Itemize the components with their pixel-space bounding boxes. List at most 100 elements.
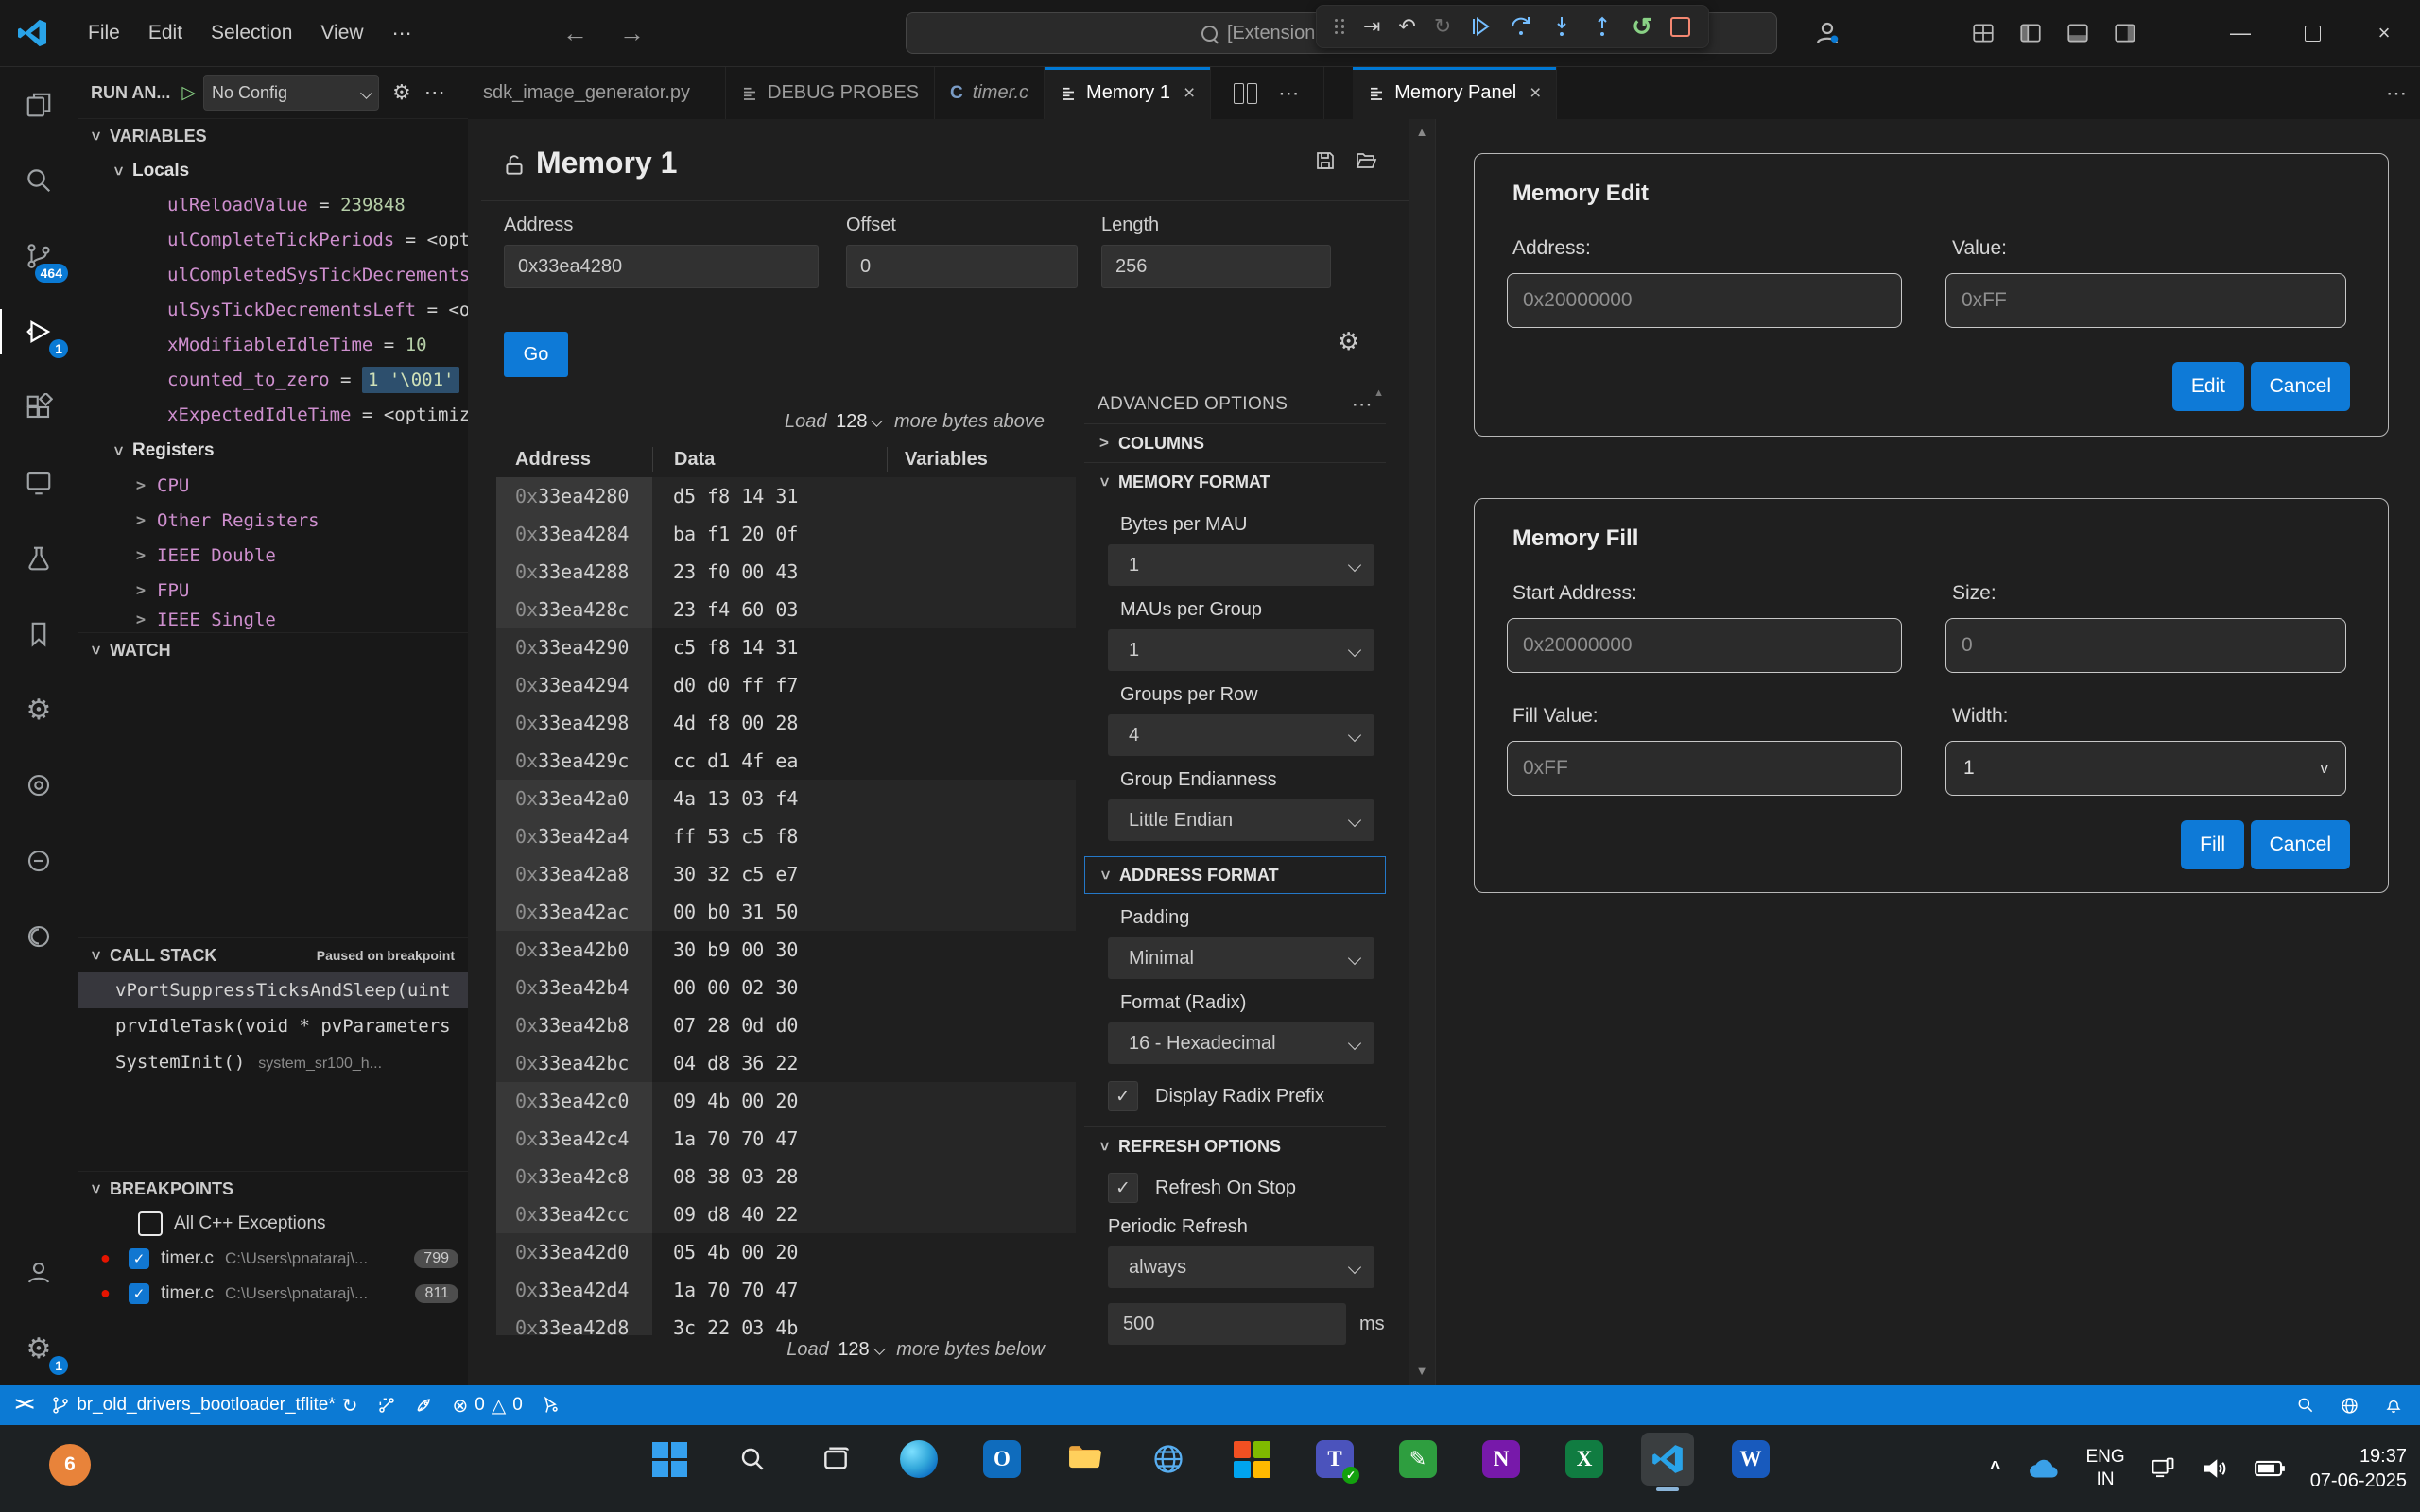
minimize-button[interactable]: —: [2204, 0, 2276, 66]
register-group-ieee-single[interactable]: >IEEE Single: [78, 608, 468, 632]
run-to-cursor-icon[interactable]: ⇥: [1363, 14, 1380, 39]
editor-more-icon[interactable]: ⋯: [2386, 81, 2407, 106]
group-endianness-select[interactable]: Little Endian: [1108, 799, 1374, 841]
word-icon[interactable]: W: [1724, 1433, 1777, 1486]
breakpoint-row[interactable]: ● ✓ timer.c C:\Users\pnataraj\... 811: [78, 1276, 468, 1311]
variable-row[interactable]: ulCompleteTickPeriods = <opt…: [78, 223, 468, 258]
search-sidebar-icon[interactable]: [0, 143, 78, 218]
edit-button[interactable]: Edit: [2172, 362, 2244, 411]
memory-row[interactable]: 0x33ea42b030 b9 00 30: [496, 931, 1076, 969]
memory-row[interactable]: 0x33ea42ac00 b0 31 50: [496, 893, 1076, 931]
battery-icon[interactable]: [2254, 1457, 2286, 1480]
reverse-continue-icon[interactable]: ↶: [1398, 14, 1415, 39]
memory-row[interactable]: 0x33ea42bc04 d8 36 22: [496, 1044, 1076, 1082]
fill-start-input[interactable]: [1507, 618, 1902, 673]
jlink-ring-icon[interactable]: [0, 899, 78, 974]
edge-icon[interactable]: [892, 1433, 945, 1486]
load-more-below[interactable]: Load 128 more bytes below: [468, 1339, 1045, 1367]
menu-more[interactable]: ⋯: [378, 22, 426, 45]
memory-row[interactable]: 0x33ea42c41a 70 70 47: [496, 1120, 1076, 1158]
variable-row[interactable]: xExpectedIdleTime = <optimiz…: [78, 398, 468, 433]
stop-icon[interactable]: [1670, 17, 1690, 37]
checkbox-checked[interactable]: ✓: [1108, 1173, 1138, 1203]
editor-scrollbar[interactable]: ▲ ▼: [1409, 119, 1435, 1385]
debug-launch-icon[interactable]: [542, 1396, 561, 1415]
exception-breakpoint-row[interactable]: All C++ Exceptions: [78, 1206, 468, 1241]
editor-more-icon[interactable]: ⋯: [1278, 81, 1299, 106]
tray-expand-icon[interactable]: ^: [1990, 1458, 2001, 1480]
menu-file[interactable]: File: [74, 22, 134, 44]
step-out-icon[interactable]: [1591, 15, 1614, 38]
edit-value-input[interactable]: [1945, 273, 2346, 328]
profile-icon[interactable]: [1813, 19, 1841, 47]
memory-row[interactable]: 0x33ea42c009 4b 00 20: [496, 1082, 1076, 1120]
stack-frame[interactable]: vPortSuppressTicksAndSleep(uint: [78, 972, 468, 1008]
register-group-cpu[interactable]: >CPU: [78, 468, 468, 503]
memory-row[interactable]: 0x33ea42a04a 13 03 f4: [496, 780, 1076, 817]
clock[interactable]: 19:37 07-06-2025: [2310, 1444, 2407, 1493]
globe-status-icon[interactable]: [2340, 1396, 2360, 1416]
continue-icon[interactable]: [1469, 15, 1492, 38]
onenote-icon[interactable]: N: [1475, 1433, 1528, 1486]
probe-ring-icon[interactable]: [0, 747, 78, 823]
memory-row[interactable]: 0x33ea42d41a 70 70 47: [496, 1271, 1076, 1309]
fill-width-select[interactable]: 1v: [1945, 741, 2346, 796]
stack-frame[interactable]: prvIdleTask(void * pvParameters: [78, 1008, 468, 1044]
tab-memory-panel[interactable]: Memory Panel ×: [1353, 67, 1557, 119]
menu-view[interactable]: View: [306, 22, 377, 44]
errors-warnings[interactable]: ⊗ 0 △ 0: [453, 1394, 523, 1418]
memory-row[interactable]: 0x33ea429ccc d1 4f ea: [496, 742, 1076, 780]
variable-row[interactable]: ulReloadValue = 239848: [78, 188, 468, 223]
refresh-on-stop-row[interactable]: ✓ Refresh On Stop: [1108, 1173, 1386, 1203]
toggle-sidebar-left-icon[interactable]: [2018, 21, 2043, 45]
fill-size-input[interactable]: [1945, 618, 2346, 673]
nav-back-icon[interactable]: ←: [562, 0, 588, 66]
bookmarks-icon[interactable]: [0, 596, 78, 672]
tab-memory-1[interactable]: Memory 1 ×: [1045, 67, 1211, 119]
tab-sdk-image-generator[interactable]: sdk_image_generator.py: [468, 67, 726, 119]
padding-select[interactable]: Minimal: [1108, 937, 1374, 979]
variable-row[interactable]: ulCompletedSysTickDecrements =: [78, 258, 468, 293]
restart-icon[interactable]: ↺: [1632, 12, 1652, 42]
variable-row-selected[interactable]: counted_to_zero = 1 '\001': [78, 363, 468, 398]
remote-indicator[interactable]: ><: [15, 1395, 32, 1416]
maus-per-group-select[interactable]: 1: [1108, 629, 1374, 671]
watch-section-header[interactable]: > WATCH: [78, 632, 468, 667]
memory-row[interactable]: 0x33ea42a4ff 53 c5 f8: [496, 817, 1076, 855]
callstack-section-header[interactable]: > CALL STACK Paused on breakpoint: [78, 937, 468, 972]
excel-icon[interactable]: X: [1558, 1433, 1611, 1486]
file-explorer-icon[interactable]: [1059, 1433, 1112, 1486]
notification-badge[interactable]: 6: [49, 1444, 91, 1486]
task-view-icon[interactable]: [809, 1433, 862, 1486]
unlock-icon[interactable]: [502, 151, 527, 180]
groups-per-row-select[interactable]: 4: [1108, 714, 1374, 756]
maximize-button[interactable]: [2276, 0, 2348, 66]
step-over-icon[interactable]: [1510, 15, 1532, 38]
fill-cancel-button[interactable]: Cancel: [2251, 820, 2350, 869]
taskbar-search-icon[interactable]: [726, 1433, 779, 1486]
memory-row[interactable]: 0x33ea4284ba f1 20 0f: [496, 515, 1076, 553]
source-control-icon[interactable]: 464: [0, 218, 78, 294]
locals-group[interactable]: > Locals: [78, 153, 468, 188]
memory-row[interactable]: 0x33ea42d005 4b 00 20: [496, 1233, 1076, 1271]
zoom-status-icon[interactable]: [2296, 1396, 2315, 1415]
onedrive-icon[interactable]: [2026, 1455, 2062, 1482]
drag-grip-icon[interactable]: [1335, 19, 1345, 35]
variable-row[interactable]: ulSysTickDecrementsLeft = <o…: [78, 293, 468, 328]
account-icon[interactable]: [0, 1235, 78, 1311]
fill-value-input[interactable]: [1507, 741, 1902, 796]
columns-section[interactable]: > COLUMNS: [1084, 424, 1386, 462]
branch-indicator[interactable]: br_old_drivers_bootloader_tflite* ↻: [51, 1394, 357, 1418]
memory-options-gear-icon[interactable]: ⚙: [1338, 327, 1359, 356]
memory-row[interactable]: 0x33ea4290c5 f8 14 31: [496, 628, 1076, 666]
toggle-panel-icon[interactable]: [2066, 21, 2090, 45]
edit-cancel-button[interactable]: Cancel: [2251, 362, 2350, 411]
close-tab-icon[interactable]: ×: [1530, 82, 1541, 105]
registers-group[interactable]: > Registers: [78, 433, 468, 468]
outlook-icon[interactable]: O: [976, 1433, 1028, 1486]
menu-edit[interactable]: Edit: [134, 22, 197, 44]
configure-gear-icon[interactable]: ⚙: [392, 80, 411, 105]
sidebar-more-icon[interactable]: ⋯: [424, 80, 445, 105]
speaker-icon[interactable]: [2201, 1454, 2229, 1483]
advanced-more-icon[interactable]: ⋯: [1352, 392, 1373, 417]
